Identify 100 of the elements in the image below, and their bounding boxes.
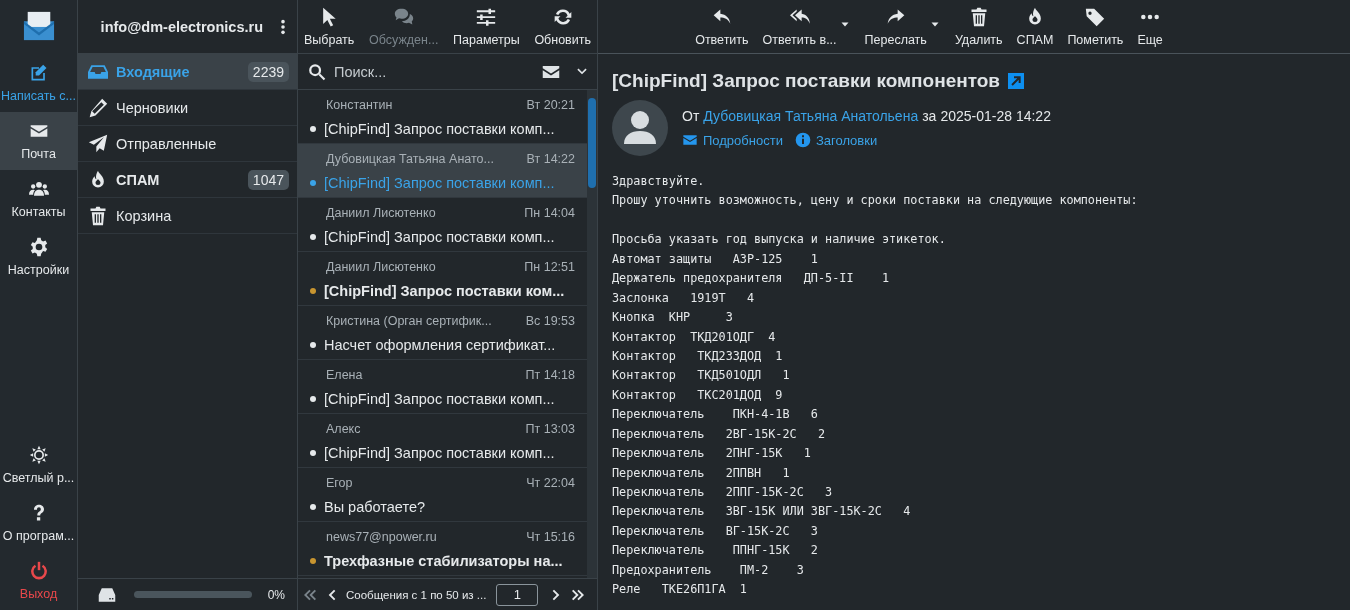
body-line: Переключатель ПКН-4-1В 6 <box>612 406 819 424</box>
message-subject: Насчет оформления сертификат... <box>324 337 556 353</box>
folder-item[interactable]: Корзина <box>78 198 297 234</box>
paper-plane-icon <box>88 133 108 154</box>
status-dot <box>310 504 316 510</box>
message-date: Чт 15:16 <box>526 530 575 544</box>
folder-name: Входящие <box>116 63 191 80</box>
body-line: Контактор ТКД201ОДГ 4 <box>612 328 777 346</box>
message-date: Пн 12:51 <box>524 260 575 274</box>
page-field[interactable]: 1 <box>496 583 539 606</box>
folder-name: Черновики <box>116 99 190 116</box>
sun-icon <box>28 445 49 465</box>
toolbar-button[interactable]: Обновить <box>530 0 595 53</box>
nav-item[interactable]: Настройки <box>0 228 77 286</box>
sender-link[interactable]: Дубовицкая Татьяна Анатольена <box>703 108 919 124</box>
status-dot <box>310 126 316 132</box>
toolbar-button[interactable]: Удалить <box>954 0 1003 54</box>
message-date: Вс 19:53 <box>525 314 575 328</box>
folder-item[interactable]: СПАМ 1047 <box>78 162 297 198</box>
toolbar-button[interactable]: СПАМ <box>1016 0 1054 54</box>
pencil-icon <box>88 97 108 118</box>
status-dot <box>310 288 316 294</box>
search-field[interactable]: Поиск... <box>332 62 535 81</box>
nav-item[interactable]: Контакты <box>0 170 77 228</box>
drive-icon <box>96 585 118 604</box>
toolbar-button[interactable]: Ответить <box>695 0 749 54</box>
body-line: Просьба указать год выпуска и наличие этикеток. <box>612 231 947 249</box>
body-line: Контактор ТКД501ОДЛ 1 <box>612 367 791 385</box>
logo-envelope-icon <box>21 10 56 42</box>
toolbar-button[interactable]: Переслать <box>864 0 941 54</box>
message-date: 2025-01-28 14:22 <box>940 108 1051 124</box>
nav-item[interactable]: Выход <box>0 552 77 610</box>
sliders-icon <box>476 6 497 27</box>
message-date: Чт 22:04 <box>526 476 575 490</box>
message-subject: Вы работаете? <box>324 499 426 515</box>
body-line: Переключатель 2ПНГ-15К 1 <box>612 445 812 463</box>
nav-item[interactable]: Светлый р... <box>0 436 77 494</box>
message-row[interactable]: Дубовицкая Татьяна Анато... Вт 14:22 [ChipFind] Запрос поставки комп... <box>298 144 587 198</box>
account-email: info@dm-electronics.ru <box>100 18 263 35</box>
gear-icon <box>28 237 49 257</box>
body-line: Автомат защиты АЗР-125 1 <box>612 250 819 268</box>
header-link[interactable]: Заголовки <box>794 132 878 148</box>
message-title: [ChipFind] Запрос поставки компонентов <box>612 70 1001 92</box>
nav-item[interactable]: Написать с... <box>0 54 77 112</box>
body-line: Контактор ТКД233ДОД 1 <box>612 347 784 365</box>
tag-icon <box>1085 7 1106 27</box>
status-dot <box>310 558 316 564</box>
toolbar-button[interactable]: Ответить в... <box>762 0 851 54</box>
avatar <box>612 100 668 156</box>
message-date: Пт 13:03 <box>525 422 575 436</box>
sender-name: Константин <box>326 98 393 112</box>
body-line: Держатель предохранителя ДП-5-II 1 <box>612 270 890 288</box>
toolbar-button[interactable]: Пометить <box>1067 0 1124 54</box>
scrollbar[interactable] <box>587 90 597 578</box>
folder-item[interactable]: Входящие 2239 <box>78 54 297 90</box>
body-line: Предохранитель ПМ-2 3 <box>612 561 805 579</box>
message-subject: Трехфазные стабилизаторы на... <box>324 553 563 569</box>
body-line: Кнопка КНР 3 <box>612 309 734 327</box>
envelope-icon <box>682 132 698 148</box>
sender-name: Елена <box>326 368 363 382</box>
unread-count: 1047 <box>247 169 289 190</box>
header-link[interactable]: Подробности <box>682 132 783 148</box>
trash-icon <box>88 205 108 226</box>
nav-item[interactable]: Почта <box>0 112 77 170</box>
toolbar-button[interactable]: Выбрать <box>300 0 359 53</box>
sender-name: Даниил Лисютенко <box>326 206 436 220</box>
people-icon <box>28 179 49 199</box>
message-subject: [ChipFind] Запрос поставки комп... <box>324 175 555 191</box>
message-subject: [ChipFind] Запрос поставки комп... <box>324 445 555 461</box>
status-dot <box>310 450 316 456</box>
status-dot <box>310 234 316 240</box>
external-link-icon[interactable] <box>1008 73 1025 89</box>
body-line: Заслонка 1919T 4 <box>612 289 756 307</box>
body-line: Переключатель 2ВГ-15К-2С 2 <box>612 425 827 443</box>
body-line: Переключатель ППНГ-15К 2 <box>612 542 819 560</box>
sender-name: Кристина (Орган сертифик... <box>326 314 492 328</box>
message-subject: [ChipFind] Запрос поставки комп... <box>324 391 555 407</box>
body-line: Прошу уточнить возможность, цену и сроки поставки на следующие компоненты: <box>612 192 1139 210</box>
power-icon <box>28 561 49 581</box>
message-date: Пн 14:04 <box>524 206 575 220</box>
message-subject: [ChipFind] Запрос поставки ком... <box>324 283 565 299</box>
body-line: Реле ТКЕ26П1ГА 1 <box>612 581 748 599</box>
folder-name: СПАМ <box>116 171 161 188</box>
toolbar-button[interactable]: Параметры <box>449 0 524 53</box>
sender-name: Алекс <box>326 422 361 436</box>
folder-item[interactable]: Черновики <box>78 90 297 126</box>
message-date: Вт 20:21 <box>526 98 575 112</box>
toolbar-button[interactable]: Еще <box>1137 0 1163 54</box>
unread-count: 2239 <box>247 61 289 82</box>
body-line: Переключатель 2ППГ-15К-2С 3 <box>612 484 834 501</box>
message-subject: [ChipFind] Запрос поставки комп... <box>324 229 555 245</box>
folder-name: Отправленные <box>116 135 218 152</box>
message-subject: [ChipFind] Запрос поставки комп... <box>324 121 555 137</box>
nav-item[interactable]: О програм... <box>0 494 77 552</box>
sender-name: Даниил Лисютенко <box>326 260 436 274</box>
status-dot <box>310 396 316 402</box>
body-line: Здравствуйте. <box>612 173 706 190</box>
message-date: Пт 14:18 <box>525 368 575 382</box>
body-line: Переключатель ВГ-15К-2С 3 <box>612 522 819 540</box>
folder-item[interactable]: Отправленные <box>78 126 297 162</box>
